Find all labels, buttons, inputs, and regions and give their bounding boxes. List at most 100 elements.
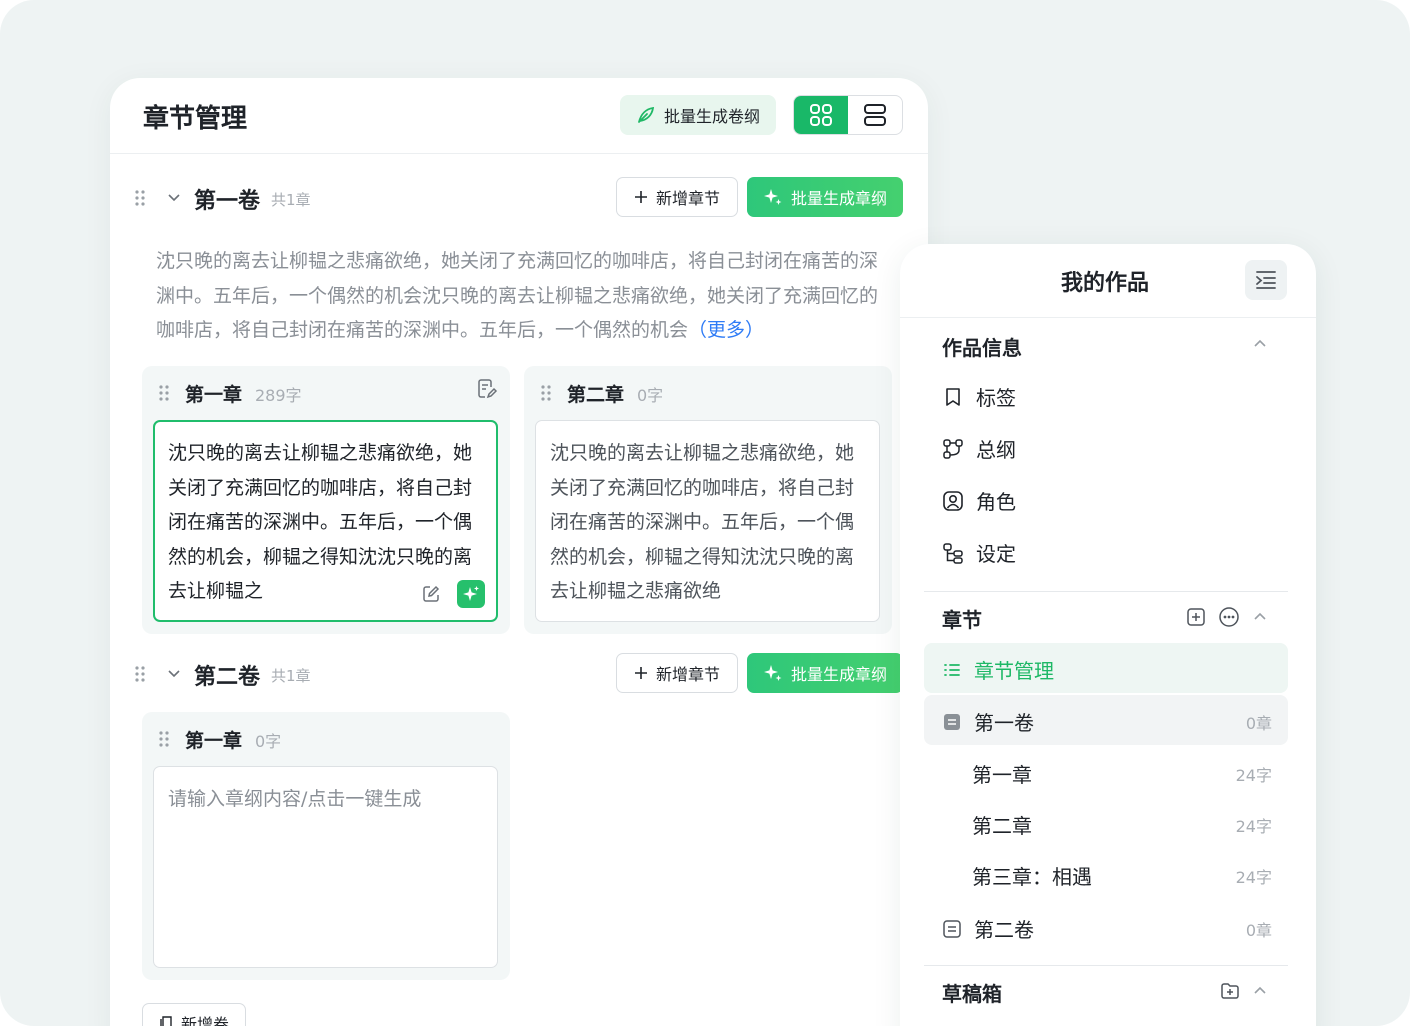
chapter-outline-text: 沈只晚的离去让柳韫之悲痛欲绝，她关闭了充满回忆的咖啡店，将自己封闭在痛苦的深渊中…: [168, 442, 473, 602]
works-panel-header: 我的作品: [900, 244, 1316, 318]
chapter-panel-header: 章节管理 批量生成卷纲: [110, 78, 928, 154]
chapter-nav-item[interactable]: 第三章：相遇 24字: [924, 849, 1288, 899]
box-actions: [417, 580, 485, 608]
add-folder-icon[interactable]: [1220, 981, 1240, 1001]
chapter-nav-count: 24字: [1235, 868, 1272, 887]
chapter-section-controls: [1186, 606, 1268, 628]
grid-view-toggle[interactable]: [794, 96, 848, 134]
chevron-up-icon[interactable]: [1252, 336, 1268, 352]
chapter-management-label-group: 章节管理: [942, 655, 1054, 684]
batch-chapter-outline-label: 批量生成章纲: [790, 665, 887, 684]
info-section-controls: [1252, 336, 1268, 352]
plus-icon: [634, 667, 647, 679]
chapter-word-count: 0字: [255, 732, 282, 751]
add-chapter-button[interactable]: 新增章节: [616, 177, 738, 217]
chapter-section-title: 章节: [942, 608, 982, 632]
volume-nav-item[interactable]: 第二卷 0章: [924, 902, 1288, 952]
chapter-name: 第一章: [185, 730, 243, 752]
info-item-label: 角色: [976, 490, 1016, 514]
grid-icon: [810, 104, 832, 126]
chapter-outline-placeholder: 请输入章纲内容/点击一键生成: [168, 788, 422, 810]
chapter-management-label: 章节管理: [974, 659, 1054, 683]
chapter-outline-textbox[interactable]: 请输入章纲内容/点击一键生成: [153, 766, 498, 968]
volume-nav-item[interactable]: 第一卷 0章: [924, 695, 1288, 745]
chapter-management-nav[interactable]: 章节管理: [924, 643, 1288, 693]
chapter-nav-item[interactable]: 第一章 24字: [924, 747, 1288, 797]
batch-volume-outline-button[interactable]: 批量生成卷纲: [620, 95, 776, 135]
chapter-nav-label: 第三章：相遇: [972, 865, 1092, 889]
sparkle-icon: [763, 665, 782, 681]
add-chapter-button[interactable]: 新增章节: [616, 653, 738, 693]
volume-row: 第一卷 共1章 新增章节 批量生成章纲: [110, 177, 928, 221]
section-divider: [924, 965, 1288, 966]
menu-indent-icon: [1256, 271, 1276, 289]
chapter-outline-text: 沈只晚的离去让柳韫之悲痛欲绝，她关闭了充满回忆的咖啡店，将自己封闭在痛苦的深渊中…: [550, 442, 855, 602]
page-title: 章节管理: [143, 104, 248, 134]
add-square-icon[interactable]: [1186, 607, 1206, 627]
chapter-name: 第一章: [185, 384, 243, 406]
draft-section-controls: [1220, 981, 1268, 1001]
leaf-icon: [638, 106, 655, 123]
chapter-card: 第一章 289字 沈只晚的离去让柳韫之悲痛欲绝，她关闭了充满回忆的咖啡店，将自己…: [142, 366, 510, 634]
more-link[interactable]: （更多）: [688, 319, 764, 341]
info-item-settings[interactable]: 设定: [942, 538, 1016, 567]
info-item-label: 总纲: [976, 438, 1016, 462]
edit-button[interactable]: [417, 580, 445, 608]
list-view-toggle[interactable]: [848, 96, 902, 134]
drag-handle-icon[interactable]: [134, 665, 146, 683]
person-icon: [943, 490, 963, 511]
list-icon: [944, 663, 960, 676]
info-item-tags[interactable]: 标签: [942, 382, 1016, 411]
chapter-outline-textbox[interactable]: 沈只晚的离去让柳韫之悲痛欲绝，她关闭了充满回忆的咖啡店，将自己封闭在痛苦的深渊中…: [153, 420, 498, 622]
chapter-word-count: 0字: [637, 386, 664, 405]
settings-tree-icon: [943, 542, 963, 564]
volume-nav-count: 0章: [1245, 921, 1272, 940]
info-item-characters[interactable]: 角色: [942, 486, 1016, 515]
info-item-label: 标签: [976, 386, 1016, 410]
chapter-name: 第二章: [567, 384, 625, 406]
drag-handle-icon[interactable]: [158, 384, 170, 402]
chevron-down-icon[interactable]: [166, 189, 182, 205]
volume-nav-label: 第一卷: [974, 711, 1034, 735]
chapter-card: 第一章 0字 请输入章纲内容/点击一键生成: [142, 712, 510, 980]
add-chapter-label: 新增章节: [655, 665, 720, 684]
chapter-nav-label: 第二章: [972, 814, 1032, 838]
volume-nav-label-group: 第一卷: [942, 707, 1034, 736]
drag-handle-icon[interactable]: [134, 189, 146, 207]
drag-handle-icon[interactable]: [158, 730, 170, 748]
volume-nav-label: 第二卷: [974, 918, 1034, 942]
app-canvas: 章节管理 批量生成卷纲 第一卷 共1章 新增章节 批量生成章纲 沈只晚的离去让柳…: [0, 0, 1410, 1026]
bookmark-icon: [946, 387, 960, 406]
volume-name: 第二卷: [194, 665, 261, 690]
volume-filled-icon: [944, 713, 960, 730]
collapse-menu-button[interactable]: [1245, 260, 1287, 300]
more-options-icon[interactable]: [1218, 606, 1240, 628]
draft-section-title: 草稿箱: [942, 982, 1002, 1006]
ai-generate-button[interactable]: [457, 580, 485, 608]
chapter-nav-label: 第一章: [972, 763, 1032, 787]
batch-volume-outline-label: 批量生成卷纲: [663, 107, 760, 126]
chevron-up-icon[interactable]: [1252, 609, 1268, 625]
edit-icon: [423, 585, 440, 602]
volume-name: 第一卷: [194, 189, 261, 214]
drag-handle-icon[interactable]: [540, 384, 552, 402]
volume-nav-count: 0章: [1245, 714, 1272, 733]
chevron-up-icon[interactable]: [1252, 983, 1268, 999]
section-divider: [924, 591, 1288, 592]
chapter-outline-textbox[interactable]: 沈只晚的离去让柳韫之悲痛欲绝，她关闭了充满回忆的咖啡店，将自己封闭在痛苦的深渊中…: [535, 420, 880, 622]
sparkle-icon: [763, 189, 782, 205]
volume-nav-label-group: 第二卷: [942, 914, 1034, 943]
chevron-down-icon[interactable]: [166, 665, 182, 681]
batch-chapter-outline-button[interactable]: 批量生成章纲: [747, 177, 903, 217]
batch-chapter-outline-button[interactable]: 批量生成章纲: [747, 653, 903, 693]
add-volume-button[interactable]: 新增卷: [142, 1003, 246, 1026]
sparkle-icon: [463, 586, 479, 601]
edit-document-icon[interactable]: [476, 378, 498, 400]
info-item-outline[interactable]: 总纲: [942, 434, 1016, 463]
plus-icon: [634, 191, 647, 203]
volume-count: 共1章: [271, 667, 311, 685]
info-item-label: 设定: [976, 542, 1016, 566]
chapter-nav-item[interactable]: 第二章 24字: [924, 798, 1288, 848]
chapter-word-count: 289字: [255, 386, 302, 405]
volume-row: 第二卷 共1章 新增章节 批量生成章纲: [110, 653, 928, 697]
